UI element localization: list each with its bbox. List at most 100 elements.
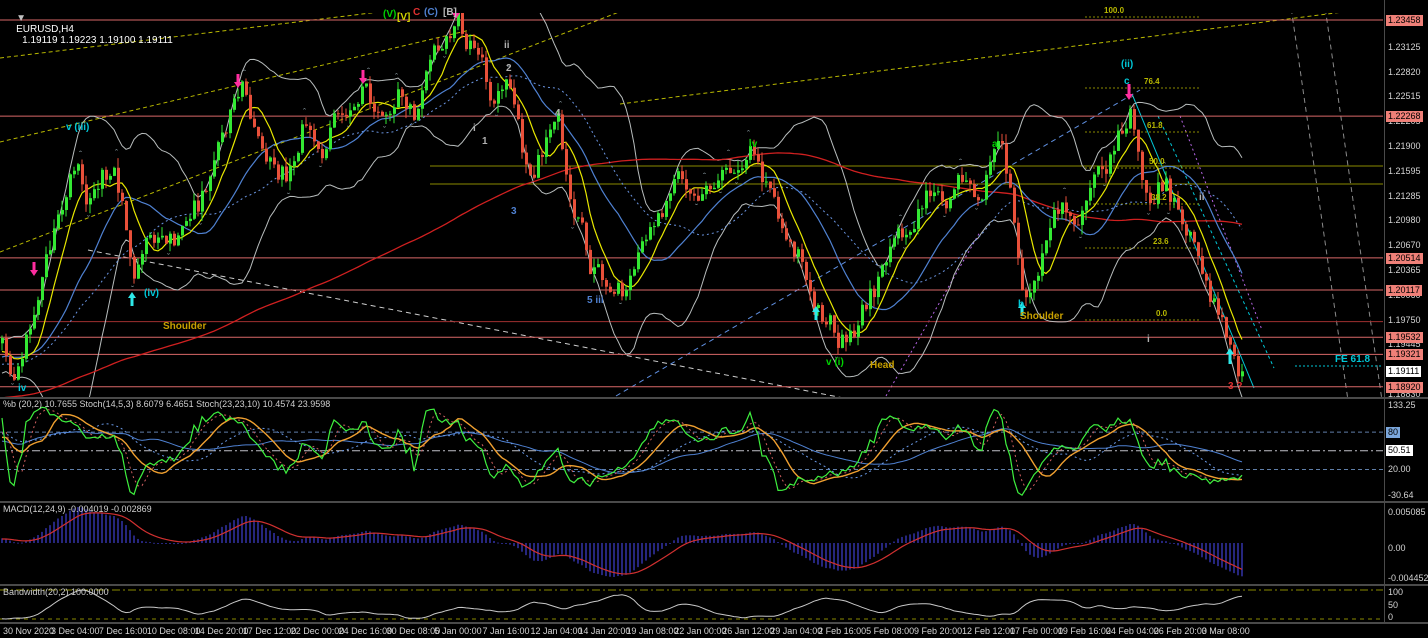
candle-body — [961, 174, 964, 182]
macd-histogram-bar — [525, 543, 527, 556]
candle-body — [121, 192, 124, 202]
macd-histogram-bar — [789, 543, 791, 550]
macd-histogram-bar — [137, 538, 139, 543]
pane-separator[interactable] — [0, 501, 1428, 503]
fractal-up-icon: ˆ — [79, 150, 82, 160]
candle-body — [213, 160, 216, 177]
candle-body — [525, 152, 528, 165]
percent-b-pane[interactable] — [0, 399, 1384, 501]
candle-body — [1197, 242, 1200, 257]
candle-body — [413, 104, 416, 120]
macd-histogram-bar — [801, 543, 803, 556]
macd-histogram-bar — [977, 530, 979, 543]
macd-histogram-bar — [517, 543, 519, 549]
candle-body — [241, 81, 244, 97]
trendline — [615, 89, 1141, 397]
candle-body — [53, 228, 56, 251]
macd-histogram-bar — [1073, 543, 1075, 544]
candle-body — [441, 48, 444, 51]
macd-histogram-bar — [1209, 543, 1211, 563]
candle-body — [181, 225, 184, 236]
candle-body — [81, 164, 84, 185]
candle-body — [1053, 209, 1056, 228]
candle-body — [553, 121, 556, 130]
candle-body — [473, 40, 476, 48]
macd-histogram-bar — [817, 543, 819, 565]
time-label: 17 Feb 00:00 — [1009, 626, 1063, 636]
price-chart-canvas[interactable]: ˇ ˆ ˇ ˆ ˇ ˇ ˇ ˆ ˇ ˆ ˇ ˇ ˆ ˇ ˆ ˇ ˇ ˆ ˇ ˆ ˇ ˆ ˇ ˇ ˇ ˆ ˇ ˆ ˇ ˆ ˇ ˆ ˇ ˇ ˆ ˇ ˆ ˇ ˇ ˆ… — [0, 13, 1384, 397]
macd-histogram-bar — [673, 540, 675, 543]
time-label: 14 Dec 20:00 — [194, 626, 249, 636]
macd-histogram-bar — [825, 543, 827, 569]
fractal-down-icon: ˇ — [1167, 212, 1170, 222]
candle-body — [253, 118, 256, 127]
macd-histogram-bar — [405, 536, 407, 543]
candle-body — [745, 159, 748, 169]
macd-histogram-bar — [777, 542, 779, 544]
candle-body — [517, 104, 520, 120]
candle-body — [817, 305, 820, 309]
macd-histogram-bar — [1233, 543, 1235, 574]
fractal-up-icon: ˆ — [507, 65, 510, 75]
fractal-up-icon: ˆ — [703, 171, 706, 181]
candle-body — [1169, 178, 1172, 202]
candle-body — [445, 36, 448, 49]
bandwidth-pane[interactable] — [0, 586, 1384, 622]
fractal-down-icon: ˇ — [719, 191, 722, 201]
macd-histogram-bar — [637, 543, 639, 568]
macd-histogram-bar — [309, 537, 311, 543]
time-label: 9 Feb 20:00 — [914, 626, 963, 636]
candle-body — [981, 199, 984, 201]
candle-body — [1181, 209, 1184, 225]
candle-body — [373, 103, 376, 112]
time-label: 7 Jan 16:00 — [482, 626, 530, 636]
candle-body — [1205, 273, 1208, 281]
candle-body — [845, 334, 848, 343]
candle-body — [1241, 371, 1244, 377]
macd-histogram-bar — [593, 543, 595, 574]
macd-histogram-bar — [561, 543, 563, 555]
macd-histogram-bar — [937, 525, 939, 543]
axis-border — [1384, 0, 1385, 623]
price-label: 1.20365 — [1388, 265, 1421, 275]
candle-body — [1073, 215, 1076, 225]
candle-body — [33, 314, 36, 329]
fractal-down-icon: ˇ — [619, 301, 622, 311]
candle-body — [765, 181, 768, 183]
candle-body — [933, 192, 936, 197]
macd-histogram-bar — [1153, 538, 1155, 543]
candle-body — [949, 198, 952, 209]
macd-pane[interactable] — [0, 503, 1384, 584]
candle-body — [773, 188, 776, 197]
candle-body — [305, 124, 308, 126]
candle-body — [805, 261, 808, 280]
candle-body — [1093, 174, 1096, 188]
candle-body — [109, 175, 112, 180]
macd-histogram-bar — [1129, 524, 1131, 543]
candle-body — [149, 234, 152, 238]
candle-body — [541, 154, 544, 157]
candle-body — [85, 184, 88, 205]
macd-histogram-bar — [93, 512, 95, 543]
candle-body — [1065, 202, 1068, 213]
trendline — [1179, 115, 1263, 331]
pane-separator[interactable] — [0, 397, 1428, 399]
macd-histogram-bar — [893, 541, 895, 543]
percent-b-indicator-label: %b (20,2) 10.7655 Stoch(14,5,3) 8.6079 6… — [3, 399, 331, 409]
macd-histogram-bar — [869, 543, 871, 560]
candle-body — [537, 154, 540, 178]
macd-histogram-bar — [61, 515, 63, 543]
pane-separator[interactable] — [0, 622, 1428, 624]
symbol-dropdown-icon[interactable]: ▼ — [16, 13, 26, 24]
candle-body — [793, 241, 796, 257]
candle-body — [985, 174, 988, 200]
pane-separator[interactable] — [0, 584, 1428, 586]
candle-body — [1113, 150, 1116, 155]
candle-body — [185, 221, 188, 226]
candle-body — [449, 36, 452, 39]
candle-body — [597, 264, 600, 268]
macd-histogram-bar — [929, 527, 931, 543]
macd-histogram-bar — [589, 543, 591, 572]
candle-body — [1165, 178, 1168, 192]
macd-histogram-bar — [573, 543, 575, 562]
